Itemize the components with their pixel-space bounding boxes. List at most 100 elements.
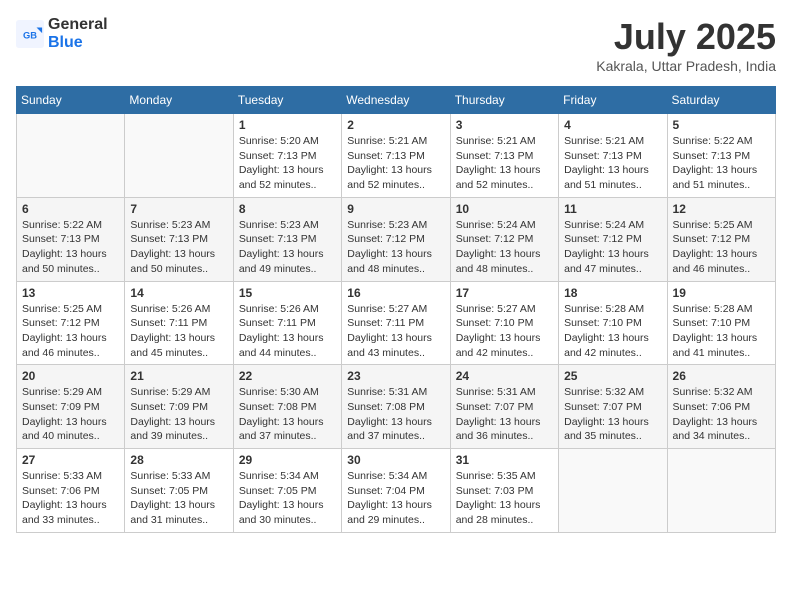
day-number: 13 <box>22 286 119 300</box>
day-number: 14 <box>130 286 227 300</box>
calendar-table: SundayMondayTuesdayWednesdayThursdayFrid… <box>16 86 776 533</box>
calendar-cell: 21 Sunrise: 5:29 AMSunset: 7:09 PMDayligh… <box>125 365 233 449</box>
calendar-cell: 30 Sunrise: 5:34 AMSunset: 7:04 PMDayligh… <box>342 449 450 533</box>
svg-text:GB: GB <box>23 30 37 40</box>
calendar-header-row: SundayMondayTuesdayWednesdayThursdayFrid… <box>17 87 776 114</box>
day-info: Sunrise: 5:34 AMSunset: 7:05 PMDaylight:… <box>239 469 336 528</box>
calendar-cell: 7Sunrise: 5:23 AMSunset: 7:13 PMDaylight… <box>125 197 233 281</box>
day-info: Sunrise: 5:33 AMSunset: 7:05 PMDaylight:… <box>130 469 227 528</box>
calendar-cell: 11Sunrise: 5:24 AMSunset: 7:12 PMDayligh… <box>559 197 667 281</box>
calendar-cell: 14 Sunrise: 5:26 AMSunset: 7:11 PMDayligh… <box>125 281 233 365</box>
day-number: 7 <box>130 202 227 216</box>
day-info: Sunrise: 5:27 AMSunset: 7:11 PMDaylight:… <box>347 302 444 361</box>
day-info: Sunrise: 5:31 AMSunset: 7:07 PMDaylight:… <box>456 385 553 444</box>
day-number: 5 <box>673 118 770 132</box>
day-number: 28 <box>130 453 227 467</box>
calendar-cell: 5 Sunrise: 5:22 AMSunset: 7:13 PMDaylight… <box>667 114 775 198</box>
calendar-cell <box>559 449 667 533</box>
calendar-week-row: 20Sunrise: 5:29 AMSunset: 7:09 PMDayligh… <box>17 365 776 449</box>
month-title: July 2025 <box>596 16 776 58</box>
day-number: 25 <box>564 369 661 383</box>
day-info: Sunrise: 5:23 AMSunset: 7:12 PMDaylight:… <box>347 218 444 277</box>
day-number: 1 <box>239 118 336 132</box>
day-info: Sunrise: 5:21 AMSunset: 7:13 PMDaylight:… <box>564 134 661 193</box>
calendar-cell <box>125 114 233 198</box>
day-info: Sunrise: 5:24 AMSunset: 7:12 PMDaylight:… <box>564 218 661 277</box>
day-info: Sunrise: 5:29 AMSunset: 7:09 PMDaylight:… <box>130 385 227 444</box>
calendar-cell <box>17 114 125 198</box>
day-info: Sunrise: 5:35 AMSunset: 7:03 PMDaylight:… <box>456 469 553 528</box>
calendar-cell: 2 Sunrise: 5:21 AMSunset: 7:13 PMDaylight… <box>342 114 450 198</box>
day-number: 27 <box>22 453 119 467</box>
calendar-cell: 27Sunrise: 5:33 AMSunset: 7:06 PMDayligh… <box>17 449 125 533</box>
day-number: 29 <box>239 453 336 467</box>
day-info: Sunrise: 5:24 AMSunset: 7:12 PMDaylight:… <box>456 218 553 277</box>
calendar-cell: 24 Sunrise: 5:31 AMSunset: 7:07 PMDayligh… <box>450 365 558 449</box>
calendar-cell: 18 Sunrise: 5:28 AMSunset: 7:10 PMDayligh… <box>559 281 667 365</box>
day-info: Sunrise: 5:26 AMSunset: 7:11 PMDaylight:… <box>130 302 227 361</box>
calendar-cell: 22 Sunrise: 5:30 AMSunset: 7:08 PMDayligh… <box>233 365 341 449</box>
calendar-cell: 17 Sunrise: 5:27 AMSunset: 7:10 PMDayligh… <box>450 281 558 365</box>
day-number: 23 <box>347 369 444 383</box>
day-number: 21 <box>130 369 227 383</box>
weekday-header-monday: Monday <box>125 87 233 114</box>
weekday-header-thursday: Thursday <box>450 87 558 114</box>
day-number: 30 <box>347 453 444 467</box>
calendar-week-row: 1 Sunrise: 5:20 AMSunset: 7:13 PMDaylight… <box>17 114 776 198</box>
calendar-cell: 19Sunrise: 5:28 AMSunset: 7:10 PMDayligh… <box>667 281 775 365</box>
day-info: Sunrise: 5:34 AMSunset: 7:04 PMDaylight:… <box>347 469 444 528</box>
day-number: 31 <box>456 453 553 467</box>
logo-icon: GB <box>16 20 44 48</box>
day-number: 17 <box>456 286 553 300</box>
calendar-cell: 1 Sunrise: 5:20 AMSunset: 7:13 PMDaylight… <box>233 114 341 198</box>
page-header: GB General Blue July 2025 Kakrala, Uttar… <box>16 16 776 74</box>
day-info: Sunrise: 5:26 AMSunset: 7:11 PMDaylight:… <box>239 302 336 361</box>
day-number: 9 <box>347 202 444 216</box>
day-info: Sunrise: 5:27 AMSunset: 7:10 PMDaylight:… <box>456 302 553 361</box>
day-info: Sunrise: 5:20 AMSunset: 7:13 PMDaylight:… <box>239 134 336 193</box>
calendar-cell: 9 Sunrise: 5:23 AMSunset: 7:12 PMDaylight… <box>342 197 450 281</box>
day-info: Sunrise: 5:32 AMSunset: 7:06 PMDaylight:… <box>673 385 770 444</box>
day-number: 22 <box>239 369 336 383</box>
day-number: 12 <box>673 202 770 216</box>
day-number: 26 <box>673 369 770 383</box>
title-section: July 2025 Kakrala, Uttar Pradesh, India <box>596 16 776 74</box>
logo-text: General Blue <box>48 16 108 51</box>
weekday-header-tuesday: Tuesday <box>233 87 341 114</box>
day-info: Sunrise: 5:25 AMSunset: 7:12 PMDaylight:… <box>673 218 770 277</box>
weekday-header-saturday: Saturday <box>667 87 775 114</box>
day-info: Sunrise: 5:28 AMSunset: 7:10 PMDaylight:… <box>564 302 661 361</box>
weekday-header-friday: Friday <box>559 87 667 114</box>
day-number: 3 <box>456 118 553 132</box>
calendar-cell: 29 Sunrise: 5:34 AMSunset: 7:05 PMDayligh… <box>233 449 341 533</box>
calendar-cell: 31 Sunrise: 5:35 AMSunset: 7:03 PMDayligh… <box>450 449 558 533</box>
day-number: 6 <box>22 202 119 216</box>
day-number: 15 <box>239 286 336 300</box>
day-info: Sunrise: 5:28 AMSunset: 7:10 PMDaylight:… <box>673 302 770 361</box>
day-info: Sunrise: 5:25 AMSunset: 7:12 PMDaylight:… <box>22 302 119 361</box>
calendar-cell: 4 Sunrise: 5:21 AMSunset: 7:13 PMDaylight… <box>559 114 667 198</box>
calendar-cell: 8Sunrise: 5:23 AMSunset: 7:13 PMDaylight… <box>233 197 341 281</box>
calendar-cell: 10 Sunrise: 5:24 AMSunset: 7:12 PMDayligh… <box>450 197 558 281</box>
day-number: 24 <box>456 369 553 383</box>
day-info: Sunrise: 5:23 AMSunset: 7:13 PMDaylight:… <box>239 218 336 277</box>
day-info: Sunrise: 5:22 AMSunset: 7:13 PMDaylight:… <box>673 134 770 193</box>
day-number: 16 <box>347 286 444 300</box>
day-info: Sunrise: 5:30 AMSunset: 7:08 PMDaylight:… <box>239 385 336 444</box>
day-number: 18 <box>564 286 661 300</box>
day-info: Sunrise: 5:31 AMSunset: 7:08 PMDaylight:… <box>347 385 444 444</box>
calendar-cell: 16 Sunrise: 5:27 AMSunset: 7:11 PMDayligh… <box>342 281 450 365</box>
calendar-week-row: 27Sunrise: 5:33 AMSunset: 7:06 PMDayligh… <box>17 449 776 533</box>
day-number: 2 <box>347 118 444 132</box>
calendar-cell: 28 Sunrise: 5:33 AMSunset: 7:05 PMDayligh… <box>125 449 233 533</box>
day-info: Sunrise: 5:29 AMSunset: 7:09 PMDaylight:… <box>22 385 119 444</box>
calendar-cell <box>667 449 775 533</box>
calendar-cell: 6 Sunrise: 5:22 AMSunset: 7:13 PMDaylight… <box>17 197 125 281</box>
day-info: Sunrise: 5:21 AMSunset: 7:13 PMDaylight:… <box>347 134 444 193</box>
calendar-cell: 20Sunrise: 5:29 AMSunset: 7:09 PMDayligh… <box>17 365 125 449</box>
day-number: 4 <box>564 118 661 132</box>
day-info: Sunrise: 5:22 AMSunset: 7:13 PMDaylight:… <box>22 218 119 277</box>
calendar-cell: 23 Sunrise: 5:31 AMSunset: 7:08 PMDayligh… <box>342 365 450 449</box>
day-info: Sunrise: 5:21 AMSunset: 7:13 PMDaylight:… <box>456 134 553 193</box>
day-number: 10 <box>456 202 553 216</box>
